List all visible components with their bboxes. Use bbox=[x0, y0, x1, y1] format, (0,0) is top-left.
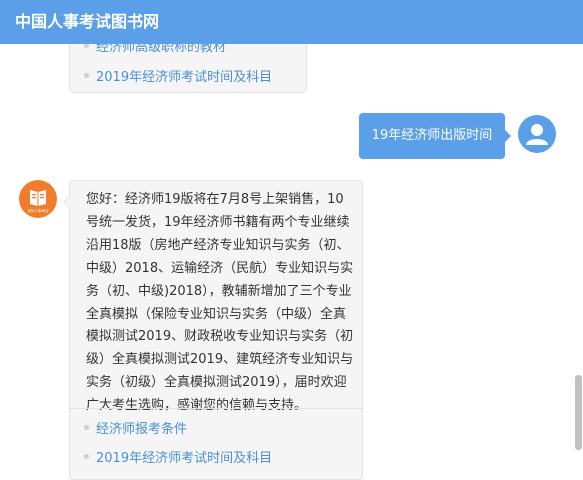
scrollbar-thumb[interactable] bbox=[575, 375, 582, 450]
user-avatar-icon bbox=[518, 115, 556, 153]
bot-avatar-icon: 无忧人事考试 bbox=[19, 180, 57, 218]
avatar-caption: 无忧人事考试 bbox=[28, 208, 49, 213]
bot-reply-bubble: 您好：经济师19版将在7月8号上架销售，10号统一发货，19年经济师书籍有两个专… bbox=[63, 180, 363, 480]
related-link-exam-schedule[interactable]: 2019年经济师考试时间及科目 bbox=[84, 66, 272, 85]
site-header: 中国人事考试图书网 bbox=[0, 0, 583, 44]
user-message-bubble: 19年经济师出版时间 bbox=[359, 113, 511, 159]
reply-divider bbox=[70, 408, 362, 409]
bullet-dot-icon bbox=[84, 425, 89, 430]
related-link-exam-schedule[interactable]: 2019年经济师考试时间及科目 bbox=[84, 447, 272, 466]
related-link-eligibility[interactable]: 经济师报考条件 bbox=[84, 418, 187, 437]
user-message-text: 19年经济师出版时间 bbox=[371, 128, 493, 143]
bot-reply-text: 您好：经济师19版将在7月8号上架销售，10号统一发货，19年经济师书籍有两个专… bbox=[86, 192, 354, 414]
bullet-dot-icon bbox=[84, 73, 89, 78]
bullet-dot-icon bbox=[84, 454, 89, 459]
site-title: 中国人事考试图书网 bbox=[15, 12, 160, 31]
